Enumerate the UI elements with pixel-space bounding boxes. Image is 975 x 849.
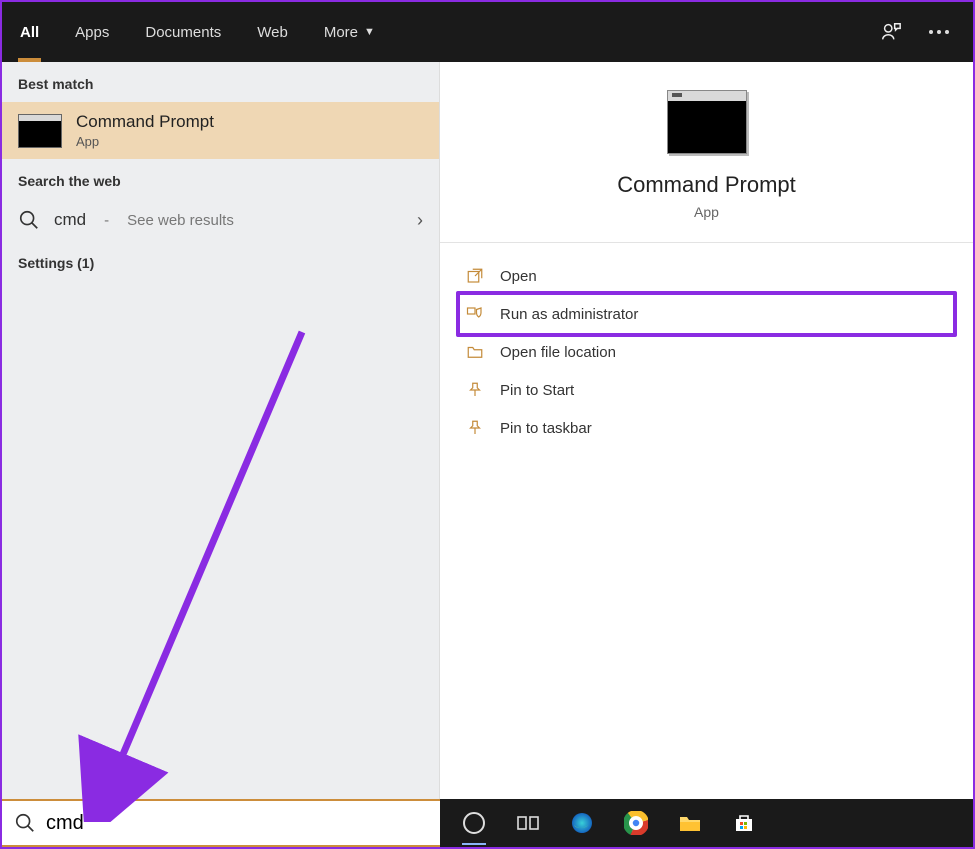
folder-icon xyxy=(466,343,484,361)
taskbar-chrome[interactable] xyxy=(612,799,660,847)
action-location-label: Open file location xyxy=(500,344,616,361)
best-match-result[interactable]: Command Prompt App xyxy=(2,102,439,159)
action-pin-start-label: Pin to Start xyxy=(500,382,574,399)
action-open[interactable]: Open xyxy=(460,257,953,295)
more-options-icon[interactable] xyxy=(915,2,963,62)
search-input[interactable] xyxy=(46,812,428,835)
search-box[interactable] xyxy=(2,799,440,847)
chevron-down-icon: ▼ xyxy=(364,26,375,38)
tab-documents[interactable]: Documents xyxy=(127,2,239,62)
best-match-name: Command Prompt xyxy=(76,112,214,132)
action-pin-to-start[interactable]: Pin to Start xyxy=(460,371,953,409)
action-open-label: Open xyxy=(500,268,537,285)
tab-web[interactable]: Web xyxy=(239,2,306,62)
action-pin-taskbar-label: Pin to taskbar xyxy=(500,420,592,437)
section-best-match: Best match xyxy=(2,62,439,102)
feedback-icon[interactable] xyxy=(867,2,915,62)
taskbar xyxy=(440,799,973,847)
cortana-icon xyxy=(463,812,485,834)
section-settings[interactable]: Settings (1) xyxy=(2,241,439,281)
action-run-as-administrator[interactable]: Run as administrator xyxy=(456,291,957,337)
best-match-type: App xyxy=(76,134,214,149)
taskbar-edge[interactable] xyxy=(558,799,606,847)
action-pin-to-taskbar[interactable]: Pin to taskbar xyxy=(460,409,953,447)
tab-all[interactable]: All xyxy=(2,2,57,62)
action-admin-label: Run as administrator xyxy=(500,306,638,323)
search-icon xyxy=(14,812,36,834)
taskbar-microsoft-store[interactable] xyxy=(720,799,768,847)
web-result[interactable]: cmd - See web results › xyxy=(2,199,439,241)
web-result-query: cmd xyxy=(54,210,86,230)
search-results-pane: Best match Command Prompt App Search the… xyxy=(2,62,440,799)
tab-more-label: More xyxy=(324,24,358,41)
taskbar-cortana[interactable] xyxy=(450,799,498,847)
detail-title: Command Prompt xyxy=(617,172,796,198)
action-open-file-location[interactable]: Open file location xyxy=(460,333,953,371)
shield-icon xyxy=(466,305,484,323)
app-icon-large xyxy=(667,90,747,154)
chevron-right-icon: › xyxy=(417,210,423,231)
tab-apps[interactable]: Apps xyxy=(57,2,127,62)
detail-pane: Command Prompt App Open Run as administr… xyxy=(440,62,973,799)
command-prompt-icon xyxy=(18,114,62,148)
taskbar-file-explorer[interactable] xyxy=(666,799,714,847)
search-filter-bar: All Apps Documents Web More ▼ xyxy=(2,2,973,62)
tab-more[interactable]: More ▼ xyxy=(306,2,393,62)
detail-subtitle: App xyxy=(694,204,719,220)
search-icon xyxy=(18,209,40,231)
open-icon xyxy=(466,267,484,285)
taskbar-task-view[interactable] xyxy=(504,799,552,847)
pin-icon xyxy=(466,381,484,399)
section-search-web: Search the web xyxy=(2,159,439,199)
pin-icon xyxy=(466,419,484,437)
web-result-hint: See web results xyxy=(127,212,234,229)
